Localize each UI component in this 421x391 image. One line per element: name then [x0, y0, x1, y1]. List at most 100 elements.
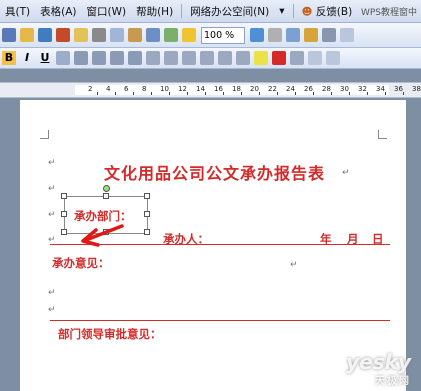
draw-icon[interactable]	[268, 28, 282, 42]
table-icon[interactable]	[146, 28, 160, 42]
save-icon[interactable]	[2, 28, 16, 42]
ruler-number: 12	[178, 85, 187, 93]
menu-window[interactable]: 窗口(W)	[82, 4, 132, 19]
menu-help[interactable]: 帮助(H)	[131, 4, 178, 19]
bullets-icon[interactable]	[182, 51, 196, 65]
ruler-tick	[259, 92, 260, 95]
horizontal-ruler[interactable]: 2 4 6 8 10 12 14 16 18 20 22 24 26 28 30 32 34 36 38	[0, 82, 421, 98]
document-title: 文化用品公司公文承办报告表	[104, 164, 326, 183]
outdent-icon[interactable]	[200, 51, 214, 65]
ruler-tick	[205, 92, 206, 95]
indent-icon[interactable]	[218, 51, 232, 65]
standard-toolbar: 100 %	[0, 23, 421, 48]
link-icon[interactable]	[286, 28, 300, 42]
line-spacing-icon[interactable]	[146, 51, 160, 65]
underline-button[interactable]: U	[38, 51, 52, 65]
numbering-icon[interactable]	[164, 51, 178, 65]
menu-table[interactable]: 表格(A)	[35, 4, 81, 19]
resize-handle[interactable]	[144, 193, 150, 199]
ruler-number: 6	[124, 85, 129, 93]
watermark-brand: yesky	[346, 350, 411, 374]
char-shading-icon[interactable]	[290, 51, 304, 65]
ruler-number: 34	[376, 85, 385, 93]
font-color-icon[interactable]	[272, 51, 286, 65]
ruler-number: 4	[106, 85, 111, 93]
ruler-tick	[223, 92, 224, 95]
feedback-label: 反馈(B)	[315, 5, 353, 18]
menu-bar: 具(T) 表格(A) 窗口(W) 帮助(H) 网络办公空间(N) ▾ ☻ 反馈(…	[0, 0, 421, 23]
ruler-tick	[151, 92, 152, 95]
ruler-number: 10	[160, 85, 169, 93]
paragraph-mark: ↵	[342, 168, 350, 178]
feedback-menu[interactable]: ☻ 反馈(B)	[297, 4, 358, 19]
border-icon[interactable]	[236, 51, 250, 65]
resize-handle[interactable]	[61, 229, 67, 235]
dropdown-icon[interactable]: ▾	[274, 5, 289, 17]
paragraph-mark: ↵	[48, 158, 56, 168]
zoom-select[interactable]: 100 %	[201, 26, 245, 44]
resize-handle[interactable]	[61, 211, 67, 217]
insert-picture-icon[interactable]	[164, 28, 178, 42]
resize-handle[interactable]	[103, 193, 109, 199]
document-page[interactable]: ↵ 文化用品公司公文承办报告表 ↵ ↵ ↵ 承办部门： ↵ 承办人： 年 月 日…	[20, 100, 406, 391]
bold-button[interactable]: B	[2, 51, 16, 65]
redo-icon[interactable]	[56, 28, 70, 42]
ruler-number: 30	[340, 85, 349, 93]
ruler-tick	[277, 92, 278, 95]
rotate-handle[interactable]	[103, 185, 110, 192]
ruler-number: 36	[394, 85, 403, 93]
help-icon[interactable]	[250, 28, 264, 42]
ruler-number: 8	[142, 85, 147, 93]
paragraph-mark: ↵	[290, 260, 298, 270]
paragraph-mark: ↵	[48, 210, 56, 220]
handler-label: 承办人：	[163, 232, 209, 246]
ruler-tick	[169, 92, 170, 95]
ruler-tick	[385, 92, 386, 95]
ruler-number: 2	[88, 85, 93, 93]
highlight-icon[interactable]	[254, 51, 268, 65]
ruler-number: 16	[214, 85, 223, 93]
open-icon[interactable]	[20, 28, 34, 42]
resize-handle[interactable]	[144, 211, 150, 217]
strikethrough-icon[interactable]	[56, 51, 70, 65]
char-border-icon[interactable]	[326, 51, 340, 65]
align-center-icon[interactable]	[92, 51, 106, 65]
ruler-number: 24	[286, 85, 295, 93]
justify-icon[interactable]	[128, 51, 142, 65]
ruler-tick	[349, 92, 350, 95]
ruler-tick	[115, 92, 116, 95]
ruler-number: 18	[232, 85, 241, 93]
pinyin-icon[interactable]	[308, 51, 322, 65]
align-left-icon[interactable]	[74, 51, 88, 65]
print-icon[interactable]	[322, 28, 336, 42]
ruler-tick	[403, 92, 404, 95]
ruler-number: 20	[250, 85, 259, 93]
align-right-icon[interactable]	[110, 51, 124, 65]
preview-icon[interactable]	[340, 28, 354, 42]
paragraph-mark: ↵	[48, 184, 56, 194]
paragraph-mark: ↵	[48, 288, 56, 298]
ruler-number: 28	[322, 85, 331, 93]
chart-icon[interactable]	[304, 28, 318, 42]
watermark-sub: 天极网	[375, 376, 411, 387]
red-arrow-icon	[81, 224, 124, 247]
paste-icon[interactable]	[128, 28, 142, 42]
undo-icon[interactable]	[38, 28, 52, 42]
ruler-number: 14	[196, 85, 205, 93]
opinion-label: 承办意见：	[52, 256, 110, 270]
cut-icon[interactable]	[92, 28, 106, 42]
menu-tools[interactable]: 具(T)	[0, 4, 35, 19]
copy-icon[interactable]	[110, 28, 124, 42]
watermark-logo: yesky 天极网	[346, 352, 411, 387]
textbox-icon[interactable]	[182, 28, 196, 42]
menu-network-office[interactable]: 网络办公空间(N)	[185, 4, 274, 19]
format-painter-icon[interactable]	[74, 28, 88, 42]
italic-button[interactable]: I	[20, 51, 34, 65]
ruler-tick	[187, 92, 188, 95]
month-label: 月	[347, 232, 359, 246]
ruler-tick	[241, 92, 242, 95]
resize-handle[interactable]	[144, 229, 150, 235]
day-label: 日	[372, 232, 384, 246]
resize-handle[interactable]	[61, 193, 67, 199]
opinion-underline	[50, 320, 390, 321]
